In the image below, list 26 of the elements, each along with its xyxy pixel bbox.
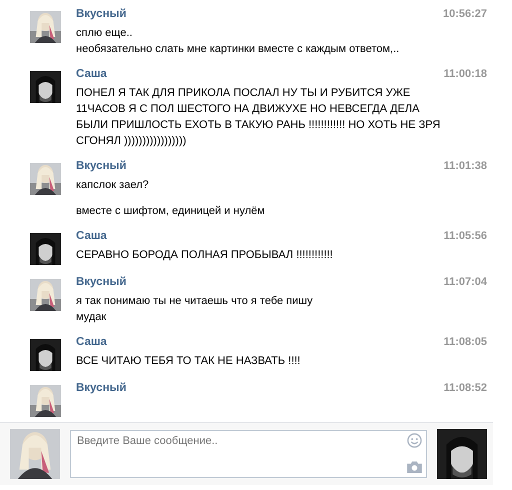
message-text: капслок заел? bbox=[76, 178, 150, 193]
message-text: сплю еще.. bbox=[76, 26, 134, 41]
sender-name[interactable]: Вкусный bbox=[76, 160, 126, 172]
message-text: я так понимаю ты не читаешь что я тебе пишу bbox=[76, 294, 314, 309]
message-time: 10:56:27 bbox=[442, 8, 487, 20]
message-text: ПОНЕЛ Я ТАК ДЛЯ ПРИКОЛА ПОСЛАЛ НУ ТЫ И РУБИТСЯ УЖЕ 11ЧАСОВ Я С ПОЛ ШЕСТОГО НА ДВИЖУХЕ НО НЕВСЕГДА ДЕЛА БЫЛИ ПРИШЛОСТЬ ЕХОТЬ В ТАКУЮ РАНЬ !!!!!!!!!!!! НО ХОТЬ НЕ ЗРЯ СГОНЯЛ ))))))))))))))))) bbox=[76, 86, 442, 149]
message-time: 11:05:56 bbox=[444, 230, 487, 242]
sender-name[interactable]: Саша bbox=[76, 230, 107, 242]
message-text: вместе с шифтом, единицей и нулём bbox=[76, 204, 266, 219]
message-time: 11:01:38 bbox=[444, 160, 487, 172]
message-time: 11:07:04 bbox=[444, 276, 487, 288]
message-time: 11:00:18 bbox=[444, 68, 487, 80]
message-text: необязательно слать мне картинки вместе с каждым ответом,.. bbox=[76, 42, 400, 57]
sender-name[interactable]: Вкусный bbox=[76, 276, 126, 288]
message-time: 11:08:52 bbox=[444, 382, 487, 394]
sender-name[interactable]: Саша bbox=[76, 68, 107, 80]
message-text: мудак bbox=[76, 310, 108, 325]
message-time: 11:08:05 bbox=[444, 336, 487, 348]
sender-name[interactable]: Вкусный bbox=[76, 8, 126, 20]
camera-icon[interactable] bbox=[407, 461, 422, 473]
smiley-icon[interactable] bbox=[407, 433, 422, 448]
message-input[interactable]: Введите Ваше сообщение.. bbox=[70, 430, 427, 478]
sender-name[interactable]: Саша bbox=[76, 336, 107, 348]
sender-name[interactable]: Вкусный bbox=[76, 382, 126, 394]
message-text: СЕРАВНО БОРОДА ПОЛНАЯ ПРОБЫВАЛ !!!!!!!!!!!! bbox=[76, 248, 334, 263]
message-text: ВСЕ ЧИТАЮ ТЕБЯ ТО ТАК НЕ НАЗВАТЬ !!!! bbox=[76, 354, 302, 369]
